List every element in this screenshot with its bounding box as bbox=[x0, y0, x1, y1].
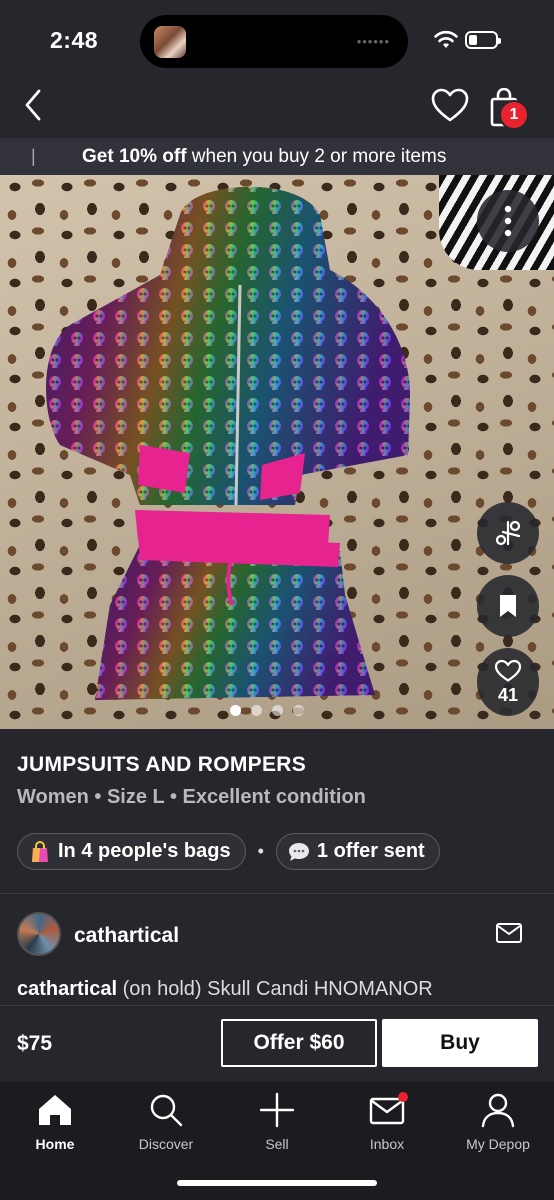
make-offer-button[interactable] bbox=[477, 502, 539, 564]
dynamic-island[interactable]: •••••• bbox=[140, 15, 408, 68]
favorite-button[interactable] bbox=[430, 86, 470, 126]
promo-banner[interactable]: | Get 10% off when you buy 2 or more ite… bbox=[0, 138, 554, 175]
shopping-bag-emoji-icon bbox=[28, 840, 52, 864]
tab-home[interactable]: Home bbox=[0, 1090, 110, 1160]
description-text: (on hold) Skull Candi HNOMANOR bbox=[117, 978, 433, 1000]
price: $75 bbox=[17, 1032, 53, 1055]
wifi-icon bbox=[434, 30, 458, 48]
product-title: JUMPSUITS AND ROMPERS bbox=[17, 753, 307, 776]
home-icon bbox=[39, 1095, 71, 1125]
tab-home-label: Home bbox=[35, 1136, 75, 1152]
description-username[interactable]: cathartical bbox=[17, 978, 117, 1000]
top-nav bbox=[0, 80, 554, 138]
chevron-left-icon bbox=[25, 89, 41, 121]
seller-avatar[interactable] bbox=[17, 912, 61, 956]
seller-row[interactable]: cathartical bbox=[17, 912, 537, 960]
tab-discover-label: Discover bbox=[138, 1136, 194, 1152]
bookmark-icon bbox=[500, 595, 516, 617]
island-dots: •••••• bbox=[356, 34, 390, 49]
offer-tag-icon bbox=[495, 520, 521, 546]
speech-bubble-icon bbox=[287, 841, 311, 863]
status-bar: 2:48 •••••• bbox=[0, 0, 554, 80]
buy-button[interactable]: Buy bbox=[382, 1019, 538, 1067]
promo-separator: | bbox=[31, 146, 36, 166]
pager-dot[interactable] bbox=[251, 705, 262, 716]
tab-my-depop-label: My Depop bbox=[466, 1136, 530, 1152]
promo-rest: when you buy 2 or more items bbox=[186, 146, 447, 167]
heart-outline-icon bbox=[494, 659, 522, 682]
offers-chip-label: 1 offer sent bbox=[316, 840, 425, 862]
bags-chip[interactable]: In 4 people's bags bbox=[17, 833, 246, 870]
product-description: cathartical (on hold) Skull Candi HNOMAN… bbox=[17, 978, 537, 1001]
now-playing-thumbnail bbox=[154, 26, 186, 58]
section-divider bbox=[0, 893, 554, 894]
purchase-bar: $75 Offer $60 Buy bbox=[0, 1005, 554, 1082]
product-photo-garment bbox=[46, 186, 411, 700]
profile-icon bbox=[481, 1093, 515, 1128]
home-indicator[interactable] bbox=[177, 1180, 377, 1186]
product-meta: Women • Size L • Excellent condition bbox=[17, 786, 366, 808]
chip-separator: • bbox=[257, 841, 264, 861]
seller-name[interactable]: cathartical bbox=[74, 924, 179, 948]
social-proof-chips: In 4 people's bags • 1 offer sent bbox=[17, 833, 440, 870]
more-options-button[interactable] bbox=[477, 190, 539, 252]
like-count: 41 bbox=[497, 684, 519, 705]
offers-chip[interactable]: 1 offer sent bbox=[275, 833, 440, 870]
pager-dot[interactable] bbox=[293, 705, 304, 716]
promo-text: Get 10% off when you buy 2 or more items bbox=[82, 146, 446, 168]
message-seller-button[interactable] bbox=[495, 922, 523, 946]
promo-bold: Get 10% off bbox=[82, 146, 187, 167]
product-image[interactable]: 41 bbox=[0, 175, 554, 729]
inbox-notification-dot bbox=[398, 1092, 408, 1102]
bags-chip-label: In 4 people's bags bbox=[58, 840, 231, 862]
status-time: 2:48 bbox=[50, 27, 99, 53]
back-button[interactable] bbox=[16, 85, 50, 125]
plus-icon bbox=[259, 1092, 295, 1128]
pager-dot[interactable] bbox=[272, 705, 283, 716]
more-vertical-icon bbox=[504, 205, 512, 237]
battery-icon bbox=[465, 31, 501, 49]
bag-count-badge: 1 bbox=[499, 100, 529, 130]
mail-icon bbox=[496, 923, 522, 943]
pager-dot[interactable] bbox=[230, 705, 241, 716]
like-button[interactable]: 41 bbox=[477, 648, 539, 716]
offer-button[interactable]: Offer $60 bbox=[221, 1019, 377, 1067]
heart-icon bbox=[431, 88, 469, 122]
tab-sell-label: Sell bbox=[265, 1136, 289, 1152]
tab-inbox[interactable]: Inbox bbox=[332, 1090, 442, 1160]
tab-my-depop[interactable]: My Depop bbox=[443, 1090, 553, 1160]
tab-inbox-label: Inbox bbox=[369, 1136, 405, 1152]
search-icon bbox=[150, 1094, 183, 1127]
save-button[interactable] bbox=[477, 575, 539, 637]
tab-sell[interactable]: Sell bbox=[222, 1090, 332, 1160]
tab-discover[interactable]: Discover bbox=[111, 1090, 221, 1160]
image-pager[interactable] bbox=[230, 705, 304, 716]
